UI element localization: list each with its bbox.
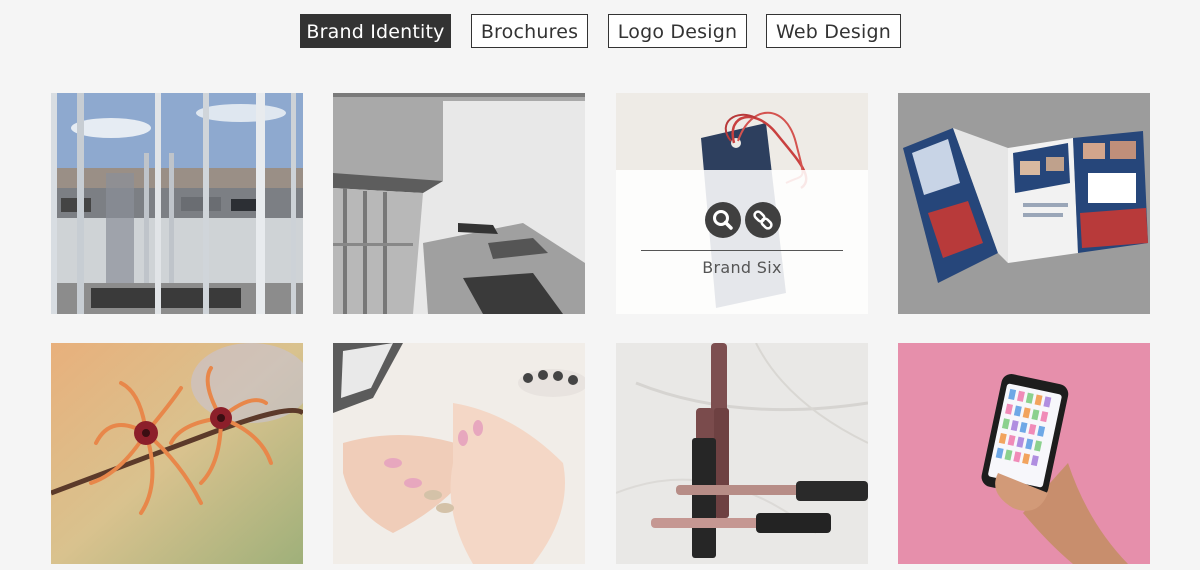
portfolio-item-building[interactable] bbox=[333, 93, 585, 314]
portfolio-item-flowers[interactable] bbox=[51, 343, 303, 564]
search-icon[interactable] bbox=[705, 202, 741, 238]
portfolio-item-brochure[interactable] bbox=[898, 93, 1150, 314]
overlay-divider bbox=[641, 250, 843, 251]
flowers-image bbox=[51, 343, 303, 564]
portfolio-grid: Brand Six bbox=[0, 0, 1200, 570]
overlay-actions bbox=[616, 202, 868, 238]
phone-image bbox=[898, 343, 1150, 564]
portfolio-item-storefront[interactable] bbox=[51, 93, 303, 314]
item-title[interactable]: Brand Six bbox=[616, 258, 868, 277]
portfolio-item-nails[interactable] bbox=[333, 343, 585, 564]
portfolio-item-brand-six[interactable]: Brand Six bbox=[616, 93, 868, 314]
item-hover-overlay: Brand Six bbox=[616, 170, 868, 314]
storefront-image bbox=[51, 93, 303, 314]
brochure-image bbox=[898, 93, 1150, 314]
nails-image bbox=[333, 343, 585, 564]
link-icon[interactable] bbox=[745, 202, 781, 238]
lipgloss-image bbox=[616, 343, 868, 564]
portfolio-item-phone[interactable] bbox=[898, 343, 1150, 564]
building-image bbox=[333, 93, 585, 314]
portfolio-item-lipgloss[interactable] bbox=[616, 343, 868, 564]
